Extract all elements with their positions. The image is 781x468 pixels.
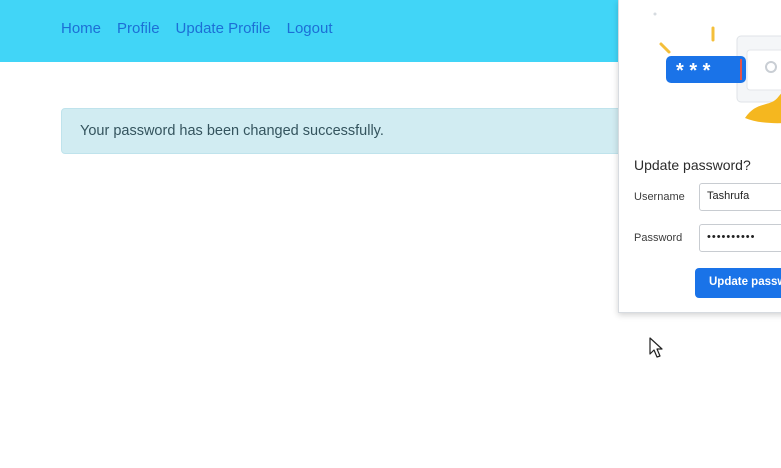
nav-link-update-profile[interactable]: Update Profile: [176, 20, 271, 37]
password-illustration-icon: * * *: [653, 12, 781, 124]
success-alert: Your password has been changed successfu…: [61, 108, 701, 154]
update-password-popup: * * * Update password? Username Tashrufa…: [618, 0, 781, 313]
nav-link-home[interactable]: Home: [61, 20, 101, 37]
update-password-button[interactable]: Update password: [695, 268, 781, 298]
password-field[interactable]: ••••••••••: [699, 224, 781, 252]
mouse-cursor-icon: [649, 337, 663, 358]
illustration-mask-text: * * *: [676, 60, 711, 82]
username-label: Username: [634, 191, 685, 203]
nav-links: Home Profile Update Profile Logout: [61, 20, 333, 37]
alert-message: Your password has been changed successfu…: [80, 123, 384, 139]
nav-link-profile[interactable]: Profile: [117, 20, 160, 37]
password-label: Password: [634, 232, 683, 244]
nav-link-logout[interactable]: Logout: [287, 20, 333, 37]
username-field[interactable]: Tashrufa: [699, 183, 781, 211]
popup-title: Update password?: [634, 157, 751, 173]
